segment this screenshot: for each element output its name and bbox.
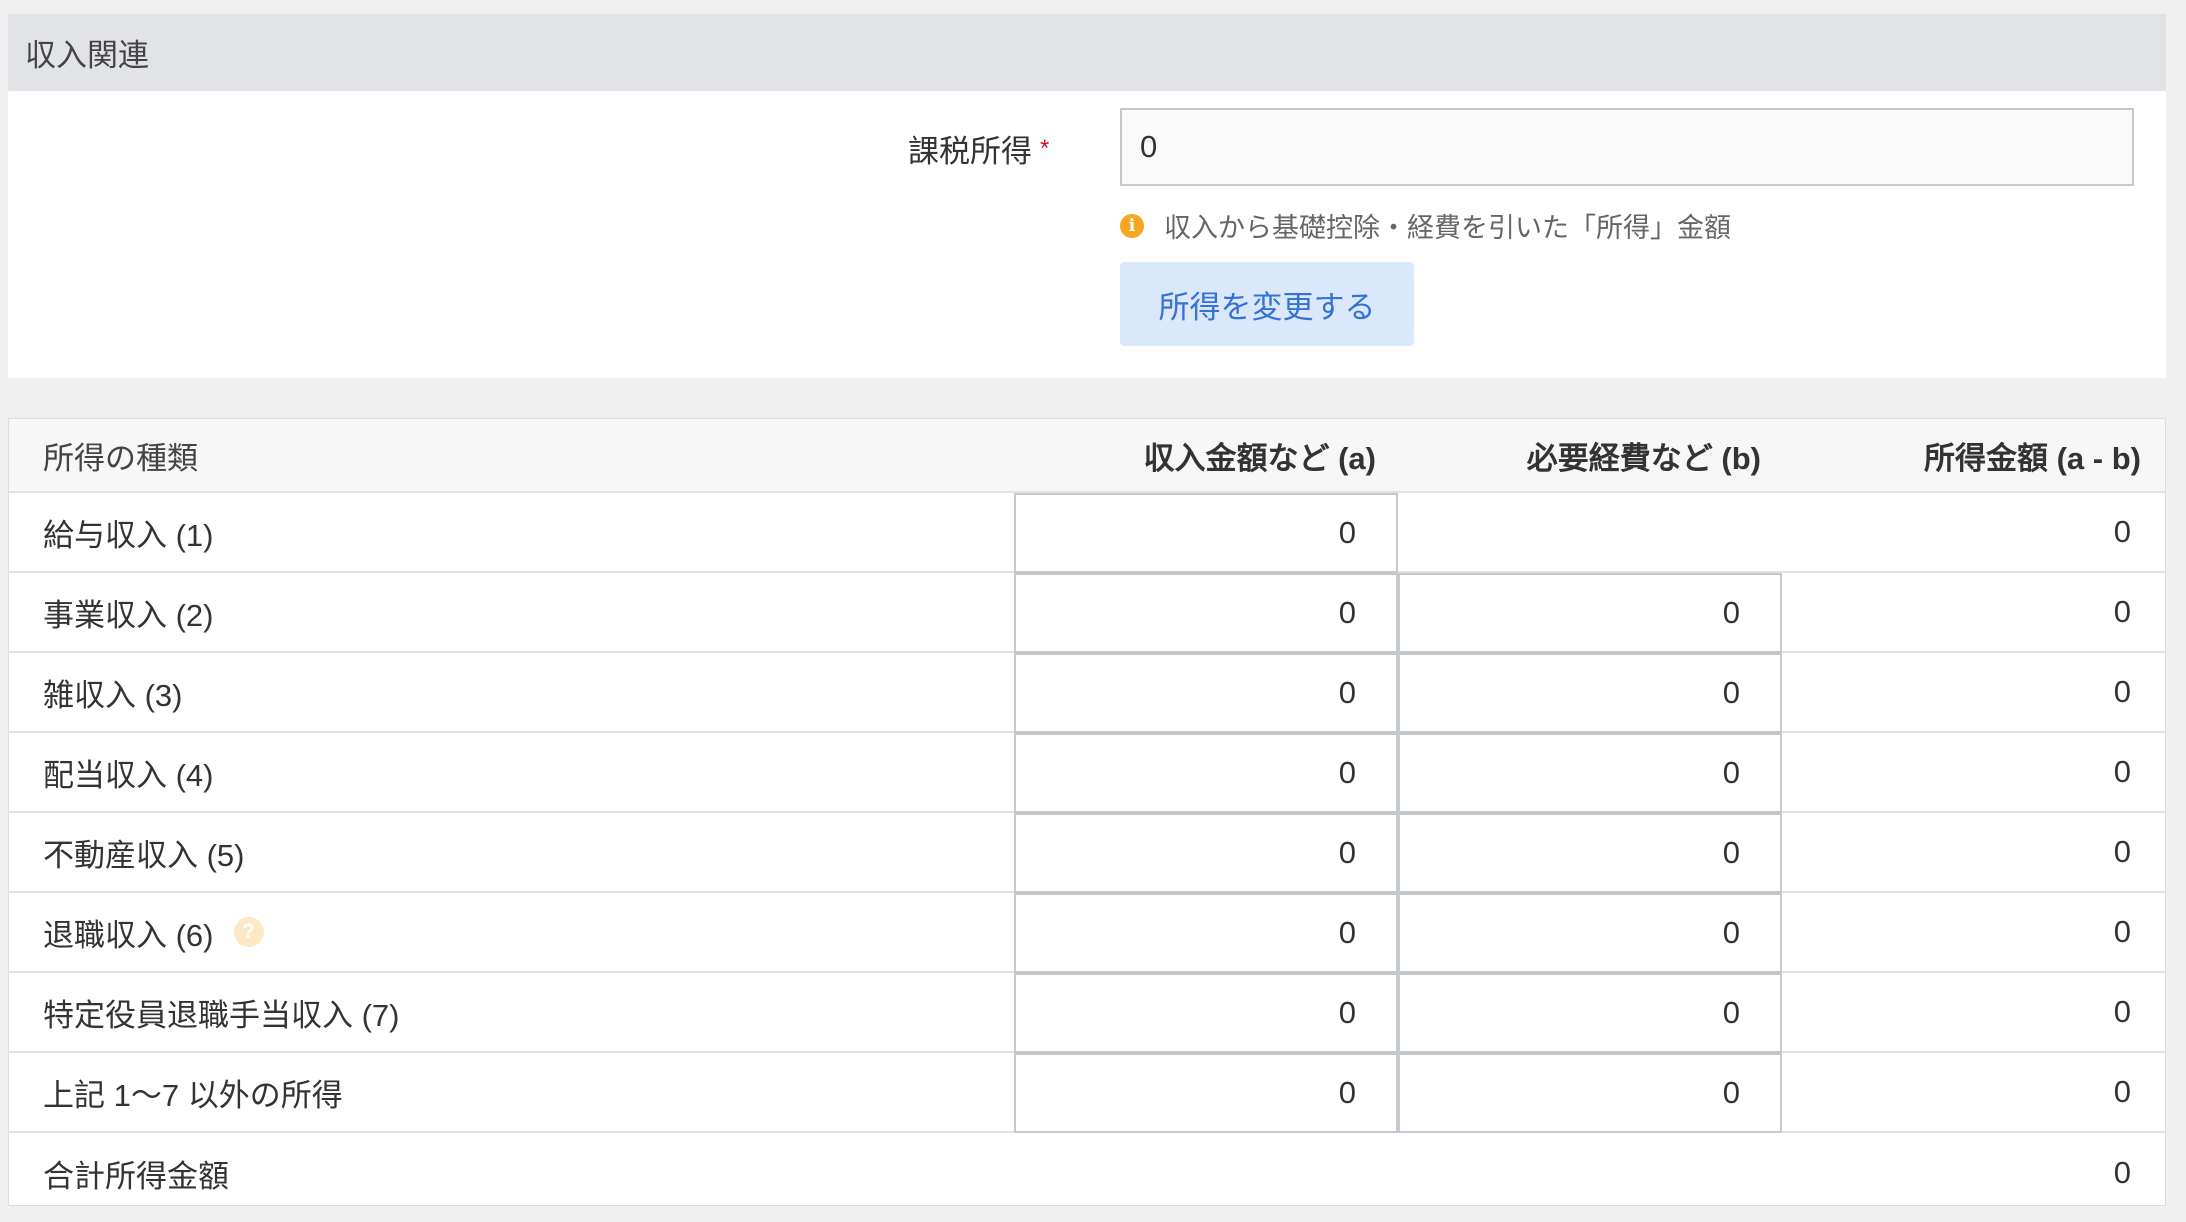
result-value: 0 (2113, 994, 2131, 1029)
result-value: 0 (2113, 514, 2131, 549)
table-row: 上記 1〜7 以外の所得 0 (9, 1053, 2165, 1133)
table-row: 特定役員退職手当収入 (7) 0 (9, 973, 2165, 1053)
change-income-button[interactable]: 所得を変更する (1120, 262, 1414, 346)
row-label-text: 退職収入 (6) (43, 917, 214, 953)
row-label: 配当収入 (4) (43, 757, 214, 793)
info-icon: i (1120, 213, 1144, 238)
taxable-income-label-text: 課税所得 (908, 134, 1032, 169)
income-input[interactable] (1014, 573, 1398, 653)
header-income: 収入金額など (a) (1143, 440, 1377, 476)
result-value: 0 (2113, 914, 2131, 949)
expenses-input[interactable] (1398, 973, 1782, 1053)
row-label: 給与収入 (1) (43, 517, 214, 553)
income-section: 収入関連 課税所得 * i 収入から基礎控除・経費を引いた「所得」金額 所得を変更… (8, 14, 2166, 378)
result-value: 0 (2113, 754, 2131, 789)
income-input[interactable] (1014, 733, 1398, 813)
result-value: 0 (2113, 674, 2131, 709)
table-row: 雑収入 (3) 0 (9, 653, 2165, 733)
row-label: 不動産収入 (5) (43, 837, 245, 873)
expenses-input[interactable] (1398, 1053, 1782, 1133)
result-value: 0 (2113, 834, 2131, 869)
expenses-input[interactable] (1398, 573, 1782, 653)
expenses-input[interactable] (1398, 893, 1782, 973)
table-row: 不動産収入 (5) 0 (9, 813, 2165, 893)
result-value: 0 (2113, 594, 2131, 629)
table-row: 給与収入 (1) 0 (9, 493, 2165, 573)
header-type: 所得の種類 (43, 440, 198, 476)
section-title: 収入関連 (25, 38, 149, 73)
table-row: 退職収入 (6) ? 0 (9, 893, 2165, 973)
table-header: 所得の種類 収入金額など (a) 必要経費など (b) 所得金額 (a - b) (9, 419, 2165, 493)
row-label: 雑収入 (3) (43, 677, 183, 713)
income-input[interactable] (1014, 653, 1398, 733)
header-result: 所得金額 (a - b) (1924, 440, 2141, 476)
total-row: 合計所得金額 0 (9, 1133, 2165, 1213)
expenses-input[interactable] (1398, 653, 1782, 733)
expenses-input[interactable] (1398, 813, 1782, 893)
income-input[interactable] (1014, 493, 1398, 573)
expenses-input[interactable] (1398, 733, 1782, 813)
section-header: 収入関連 (8, 14, 2166, 91)
result-value: 0 (2113, 1074, 2131, 1109)
taxable-income-label: 課税所得 * (908, 126, 1049, 171)
income-table: 所得の種類 収入金額など (a) 必要経費など (b) 所得金額 (a - b)… (8, 418, 2166, 1206)
required-mark: * (1040, 135, 1050, 162)
table-row: 配当収入 (4) 0 (9, 733, 2165, 813)
help-text: 収入から基礎控除・経費を引いた「所得」金額 (1164, 213, 1731, 243)
row-label: 退職収入 (6) ? (43, 893, 264, 971)
table-row: 事業収入 (2) 0 (9, 573, 2165, 653)
total-label: 合計所得金額 (43, 1158, 229, 1194)
taxable-income-input[interactable] (1120, 108, 2134, 186)
income-input[interactable] (1014, 1053, 1398, 1133)
row-label: 事業収入 (2) (43, 597, 214, 633)
income-input[interactable] (1014, 893, 1398, 973)
total-value: 0 (2113, 1155, 2131, 1190)
row-label: 特定役員退職手当収入 (7) (43, 997, 400, 1033)
income-input[interactable] (1014, 973, 1398, 1053)
help-question-icon[interactable]: ? (233, 917, 264, 947)
income-input[interactable] (1014, 813, 1398, 893)
row-label: 上記 1〜7 以外の所得 (43, 1077, 343, 1113)
header-expenses: 必要経費など (b) (1526, 440, 1761, 476)
help-text-row: i 収入から基礎控除・経費を引いた「所得」金額 (1120, 206, 1731, 245)
